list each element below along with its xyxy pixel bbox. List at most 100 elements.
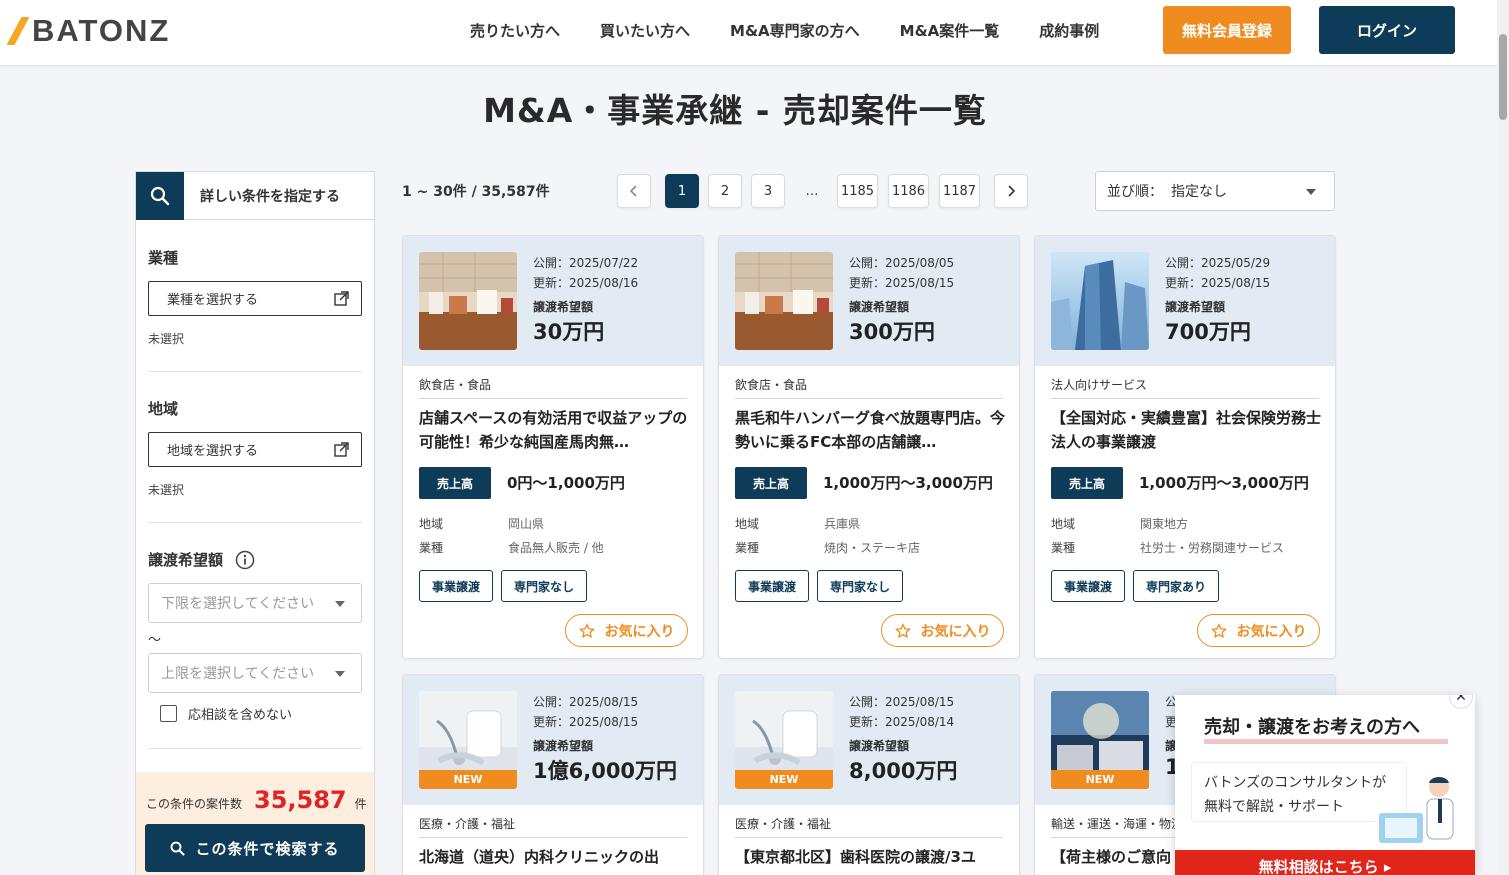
next-page-button[interactable] (994, 174, 1028, 208)
match-count-unit: 件 (354, 797, 367, 811)
industry-value: 焼肉・ステーキ店 (824, 541, 921, 555)
region-key: 地域 (1051, 517, 1076, 531)
page-1185[interactable]: 1185 (837, 174, 878, 208)
popup-body-line1: バトンズのコンサルタントが (1204, 775, 1387, 791)
close-icon[interactable]: ✕ (1449, 695, 1473, 709)
listing-thumbnail: NEW (1051, 691, 1149, 789)
card-header: 公開：2025/08/05 更新：2025/08/15 譲渡希望額 300万円 (719, 236, 1019, 366)
match-count: この条件の案件数 35,587 件 (146, 786, 367, 814)
industry-status: 未選択 (148, 332, 185, 346)
listing-title[interactable]: 【全国対応・実績豊富】社会保険労務士法人の事業譲渡 (1051, 406, 1323, 454)
listing-card[interactable]: 公開：2025/07/22 更新：2025/08/16 譲渡希望額 30万円 飲… (402, 235, 704, 659)
listing-title[interactable]: 【東京都北区】歯科医院の譲渡/3ユ (735, 845, 1007, 875)
region-value: 兵庫県 (824, 517, 861, 531)
checkbox-box[interactable] (160, 705, 177, 722)
logo-text: BATONZ (32, 13, 171, 48)
published-date: 公開：2025/08/15 (533, 695, 639, 709)
card-header: 公開：2025/07/22 更新：2025/08/16 譲渡希望額 30万円 (403, 236, 703, 366)
industry-select-button[interactable]: 業種を選択する (148, 281, 362, 316)
nav-experts[interactable]: M&A専門家の方へ (730, 20, 860, 41)
consultant-illustration-icon (1379, 777, 1454, 843)
category: 輸送・運送・海運・物流 (1051, 817, 1184, 831)
listing-card[interactable]: NEW 公開：2025/08/15 更新：2025/08/14 譲渡希望額 8,… (718, 674, 1020, 875)
price-max-dropdown[interactable]: 上限を選択してください (148, 653, 362, 693)
region-key: 地域 (735, 517, 760, 531)
login-button[interactable]: ログイン (1319, 6, 1455, 54)
divider (148, 748, 362, 749)
nav-buy[interactable]: 買いたい方へ (600, 20, 690, 41)
price-label-row: 譲渡希望額 (148, 549, 255, 570)
industry-row: 業種 社労士・労務関連サービス (1051, 539, 1284, 556)
industry-label: 業種 (148, 249, 179, 267)
listing-title[interactable]: 店舗スペースの有効活用で収益アップの可能性！希少な純国産馬肉無… (419, 406, 691, 454)
published-date: 公開：2025/07/22 (533, 256, 639, 270)
nav-listings[interactable]: M&A案件一覧 (900, 20, 1000, 41)
listing-title[interactable]: 北海道（道央）内科クリニックの出 (419, 845, 691, 875)
updated-date: 更新：2025/08/14 (849, 715, 955, 729)
search-button[interactable]: この条件で検索する (145, 824, 365, 872)
batonz-logo[interactable]: BATONZ (6, 13, 171, 48)
nav-sell[interactable]: 売りたい方へ (470, 20, 560, 41)
price-label: 譲渡希望額 (148, 551, 224, 569)
deal-type-badge: 事業譲渡 (419, 570, 493, 602)
search-icon (136, 172, 184, 220)
region-row: 地域 岡山県 (419, 515, 544, 532)
industry-row: 業種 食品無人販売 / 他 (419, 539, 604, 556)
region-row: 地域 兵庫県 (735, 515, 860, 532)
region-select-button[interactable]: 地域を選択する (148, 432, 362, 467)
industry-key: 業種 (419, 541, 444, 555)
filter-header[interactable]: 詳しい条件を指定する (136, 172, 374, 220)
range-tilde: 〜 (148, 633, 162, 648)
page-1186[interactable]: 1186 (888, 174, 929, 208)
updated-date: 更新：2025/08/15 (849, 276, 955, 290)
price-value: 30万円 (533, 320, 605, 344)
listing-card[interactable]: NEW 公開：2025/08/15 更新：2025/08/15 譲渡希望額 1億… (402, 674, 704, 875)
sort-value: 指定なし (1171, 184, 1227, 200)
info-icon[interactable] (235, 550, 255, 570)
consultation-cta-button[interactable]: 無料相談はこちら ▸ (1175, 850, 1475, 875)
nav-success-cases[interactable]: 成約事例 (1039, 20, 1099, 41)
prev-page-button[interactable] (617, 174, 651, 208)
chevron-down-icon (335, 671, 345, 677)
logo-slash-icon (6, 17, 30, 45)
published-date: 公開：2025/05/29 (1165, 256, 1271, 270)
price-label: 譲渡希望額 (849, 300, 910, 314)
listing-card[interactable]: 公開：2025/08/05 更新：2025/08/15 譲渡希望額 300万円 … (718, 235, 1020, 659)
page-1[interactable]: 1 (665, 174, 699, 208)
industry-key: 業種 (735, 541, 760, 555)
page-1187[interactable]: 1187 (939, 174, 980, 208)
revenue-value: 1,000万円〜3,000万円 (1139, 474, 1309, 492)
filter-sidebar: 詳しい条件を指定する 業種 業種を選択する 未選択 地域 地域を選択する 未選択… (135, 171, 375, 875)
new-badge: NEW (419, 770, 517, 789)
price-min-dropdown[interactable]: 下限を選択してください (148, 583, 362, 623)
region-key: 地域 (419, 517, 444, 531)
register-button[interactable]: 無料会員登録 (1163, 6, 1291, 54)
sort-dropdown[interactable]: 並び順： 指定なし (1095, 171, 1335, 211)
page-scrollbar[interactable] (1497, 0, 1509, 875)
popup-title-underline (1204, 739, 1448, 744)
listing-card[interactable]: 公開：2025/05/29 更新：2025/08/15 譲渡希望額 700万円 … (1034, 235, 1336, 659)
region-row: 地域 関東地方 (1051, 515, 1188, 532)
search-button-label: この条件で検索する (195, 839, 340, 858)
divider (735, 837, 1003, 838)
favorite-button[interactable]: お気に入り (565, 614, 688, 647)
new-badge: NEW (735, 770, 833, 789)
page-2[interactable]: 2 (708, 174, 742, 208)
category: 法人向けサービス (1051, 378, 1148, 392)
search-icon (171, 841, 186, 856)
favorite-button[interactable]: お気に入り (881, 614, 1004, 647)
listing-title[interactable]: 黒毛和牛ハンバーグ食べ放題専門店。今勢いに乗るFC本部の店舗譲… (735, 406, 1007, 454)
favorite-button[interactable]: お気に入り (1197, 614, 1320, 647)
page-3[interactable]: 3 (751, 174, 785, 208)
scrollbar-thumb[interactable] (1499, 34, 1507, 120)
chevron-left-icon (629, 185, 637, 197)
favorite-label: お気に入り (604, 623, 675, 640)
price-label: 譲渡希望額 (533, 300, 594, 314)
new-badge: NEW (1051, 770, 1149, 789)
deal-type-badge: 事業譲渡 (735, 570, 809, 602)
sort-label: 並び順： (1107, 184, 1163, 200)
exclude-negotiable-checkbox[interactable]: 応相談を含めない (160, 704, 292, 723)
main-nav: 売りたい方へ 買いたい方へ M&A専門家の方へ M&A案件一覧 成約事例 (470, 0, 1139, 60)
region-label: 地域 (148, 400, 179, 418)
external-link-icon (334, 442, 349, 457)
